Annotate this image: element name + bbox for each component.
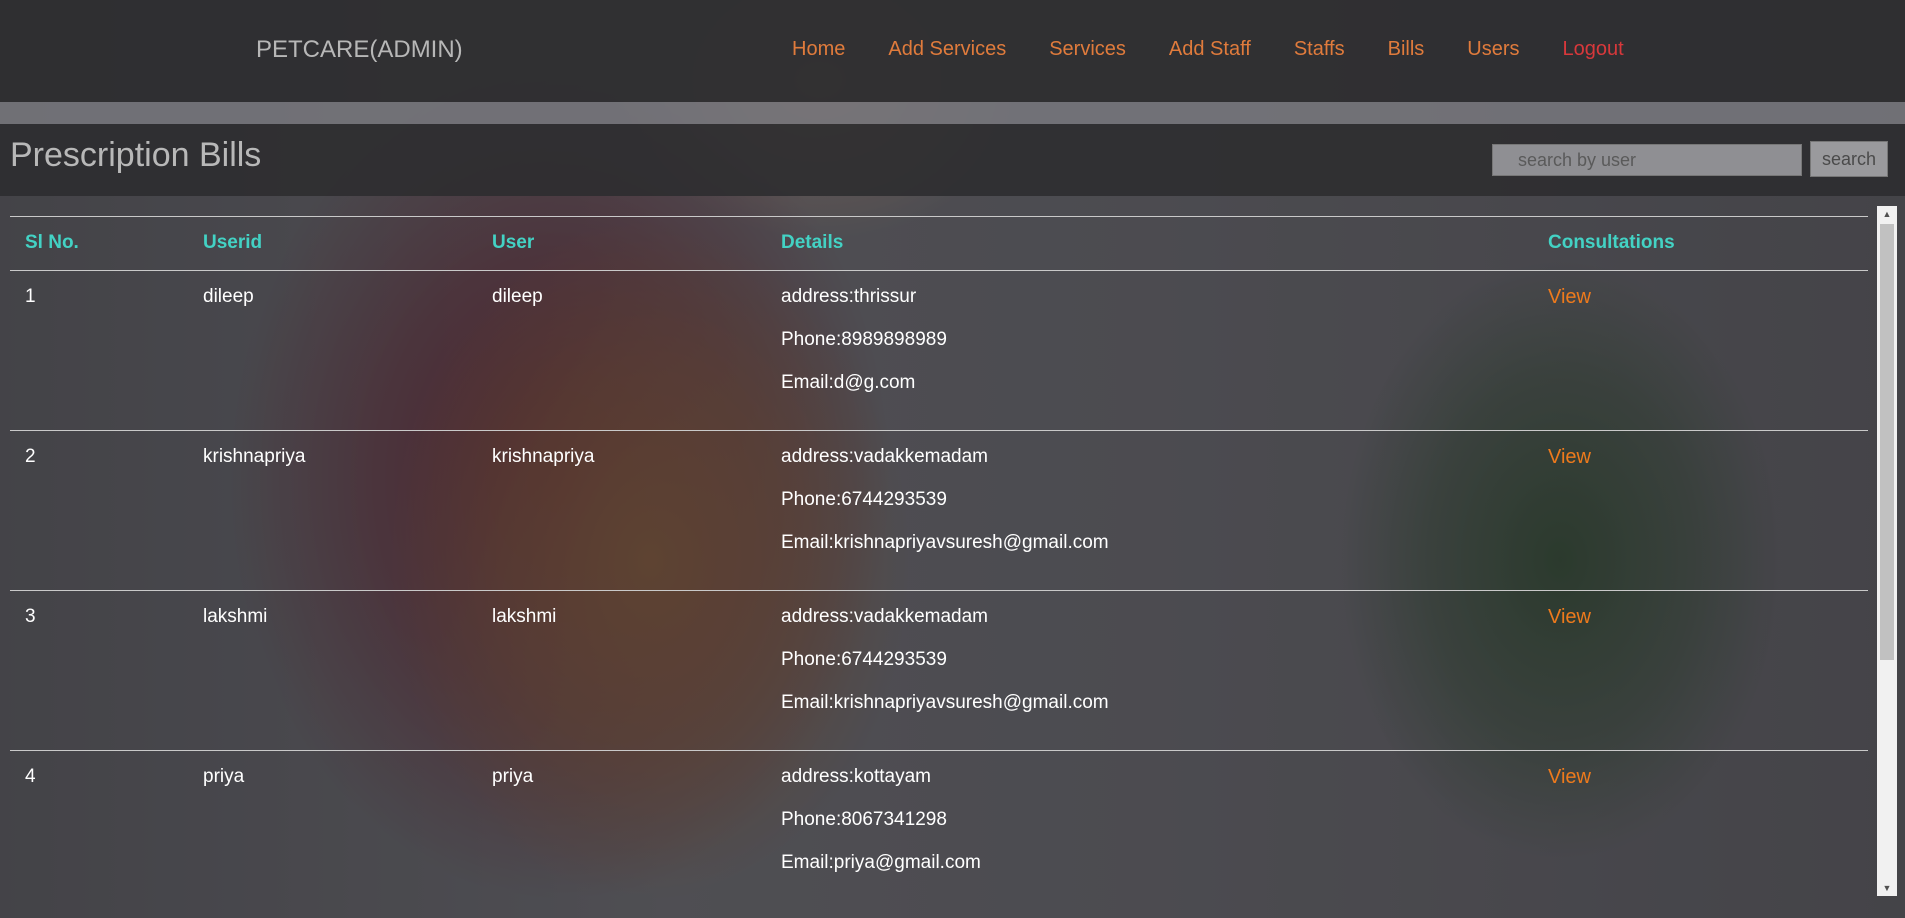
top-navbar: PETCARE(ADMIN) Home Add Services Service… [0, 0, 1905, 102]
detail-email: Email:krishnapriyavsuresh@gmail.com [781, 692, 1109, 713]
cell-userid: dileep [203, 286, 254, 307]
vertical-scrollbar[interactable]: ▲ ▼ [1877, 206, 1897, 896]
detail-email: Email:d@g.com [781, 372, 916, 393]
table-top-border [10, 216, 1868, 217]
cell-details: address:vadakkemadam Phone:6744293539 Em… [781, 606, 1109, 735]
cell-userid: krishnapriya [203, 446, 306, 467]
detail-phone: Phone:6744293539 [781, 489, 947, 510]
nav-home[interactable]: Home [792, 38, 845, 61]
detail-email: Email:krishnapriyavsuresh@gmail.com [781, 532, 1109, 553]
cell-user: priya [492, 766, 534, 787]
search-button[interactable]: search [1810, 141, 1888, 177]
view-consultations-link[interactable]: View [1548, 286, 1591, 309]
cell-userid: priya [203, 766, 245, 787]
chevron-up-icon[interactable]: ▲ [1877, 206, 1897, 222]
detail-address: address:vadakkemadam [781, 446, 988, 467]
nav-bills[interactable]: Bills [1388, 38, 1425, 61]
nav-staffs[interactable]: Staffs [1294, 38, 1345, 61]
nav-add-services[interactable]: Add Services [888, 38, 1006, 61]
cell-details: address:vadakkemadam Phone:6744293539 Em… [781, 446, 1109, 575]
nav-add-staff[interactable]: Add Staff [1169, 38, 1251, 61]
detail-phone: Phone:6744293539 [781, 649, 947, 670]
detail-address: address:vadakkemadam [781, 606, 988, 627]
cell-userid: lakshmi [203, 606, 268, 627]
detail-email: Email:priya@gmail.com [781, 852, 981, 873]
cell-details: address:kottayam Phone:8067341298 Email:… [781, 766, 981, 895]
column-header-details: Details [781, 232, 844, 253]
cell-user: krishnapriya [492, 446, 595, 467]
nav-logout[interactable]: Logout [1563, 38, 1624, 61]
nav-users[interactable]: Users [1467, 38, 1519, 61]
table-row: 4 priya priya address:kottayam Phone:806… [10, 750, 1868, 910]
column-header-user: User [492, 232, 535, 253]
column-header-userid: Userid [203, 232, 263, 253]
cell-sl: 4 [25, 766, 36, 787]
chevron-down-icon[interactable]: ▼ [1877, 880, 1897, 896]
cell-details: address:thrissur Phone:8989898989 Email:… [781, 286, 947, 415]
divider-strip [0, 102, 1905, 124]
main-nav: Home Add Services Services Add Staff Sta… [792, 38, 1624, 61]
detail-address: address:kottayam [781, 766, 931, 787]
view-consultations-link[interactable]: View [1548, 606, 1591, 629]
cell-sl: 2 [25, 446, 36, 467]
view-consultations-link[interactable]: View [1548, 766, 1591, 789]
brand-title: PETCARE(ADMIN) [256, 36, 463, 63]
detail-phone: Phone:8067341298 [781, 809, 947, 830]
column-header-consultations: Consultations [1548, 232, 1675, 253]
scrollbar-thumb[interactable] [1880, 224, 1894, 660]
detail-phone: Phone:8989898989 [781, 329, 947, 350]
view-consultations-link[interactable]: View [1548, 446, 1591, 469]
cell-sl: 1 [25, 286, 36, 307]
table-row: 2 krishnapriya krishnapriya address:vada… [10, 430, 1868, 590]
cell-sl: 3 [25, 606, 36, 627]
page-header: Prescription Bills search [0, 124, 1905, 196]
cell-user: lakshmi [492, 606, 557, 627]
detail-address: address:thrissur [781, 286, 917, 307]
cell-user: dileep [492, 286, 543, 307]
column-header-sl: Sl No. [25, 232, 79, 253]
nav-services[interactable]: Services [1049, 38, 1126, 61]
table-row: 3 lakshmi lakshmi address:vadakkemadam P… [10, 590, 1868, 750]
search-input[interactable] [1492, 144, 1802, 176]
table-row: 1 dileep dileep address:thrissur Phone:8… [10, 270, 1868, 430]
page-title: Prescription Bills [10, 136, 262, 174]
